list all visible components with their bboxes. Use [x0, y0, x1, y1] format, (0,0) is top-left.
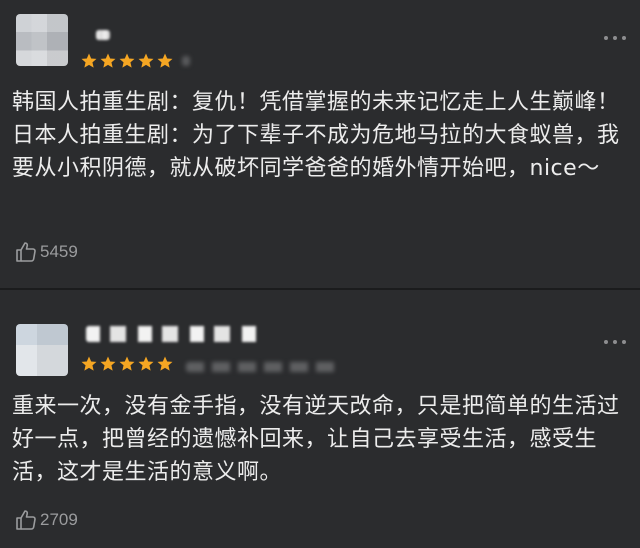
star-rating — [80, 355, 174, 373]
review-text: 韩国人拍重生剧：复仇！凭借掌握的未来记忆走上人生巅峰！日本人拍重生剧：为了下辈子… — [12, 90, 620, 181]
star-icon — [99, 355, 117, 373]
star-icon — [118, 355, 136, 373]
star-icon — [137, 52, 155, 70]
review-text: 重来一次，没有金手指，没有逆天改命，只是把简单的生活过好一点，把曾经的遗憾补回来… — [12, 394, 620, 485]
avatar[interactable] — [16, 14, 68, 66]
like-count: 5459 — [40, 242, 78, 261]
star-icon — [99, 52, 117, 70]
star-icon — [156, 52, 174, 70]
thumbs-up-icon — [14, 240, 38, 264]
like-button[interactable]: 2709 — [14, 508, 78, 532]
star-icon — [80, 52, 98, 70]
more-dots-icon[interactable] — [604, 36, 626, 40]
avatar[interactable] — [16, 324, 68, 376]
like-button[interactable]: 5459 — [14, 240, 78, 264]
review-card: 韩国人拍重生剧：复仇！凭借掌握的未来记忆走上人生巅峰！日本人拍重生剧：为了下辈子… — [0, 0, 640, 290]
username-blurred[interactable] — [96, 30, 110, 40]
review-card: 重来一次，没有金手指，没有逆天改命，只是把简单的生活过好一点，把曾经的遗憾补回来… — [0, 290, 640, 548]
star-icon — [156, 355, 174, 373]
star-icon — [118, 52, 136, 70]
like-count: 2709 — [40, 510, 78, 529]
more-dots-icon[interactable] — [604, 340, 626, 344]
star-icon — [80, 355, 98, 373]
star-rating — [80, 52, 174, 70]
timestamp-blurred — [182, 56, 190, 66]
username-blurred[interactable] — [86, 326, 262, 342]
thumbs-up-icon — [14, 508, 38, 532]
timestamp-blurred — [186, 362, 336, 372]
star-icon — [137, 355, 155, 373]
